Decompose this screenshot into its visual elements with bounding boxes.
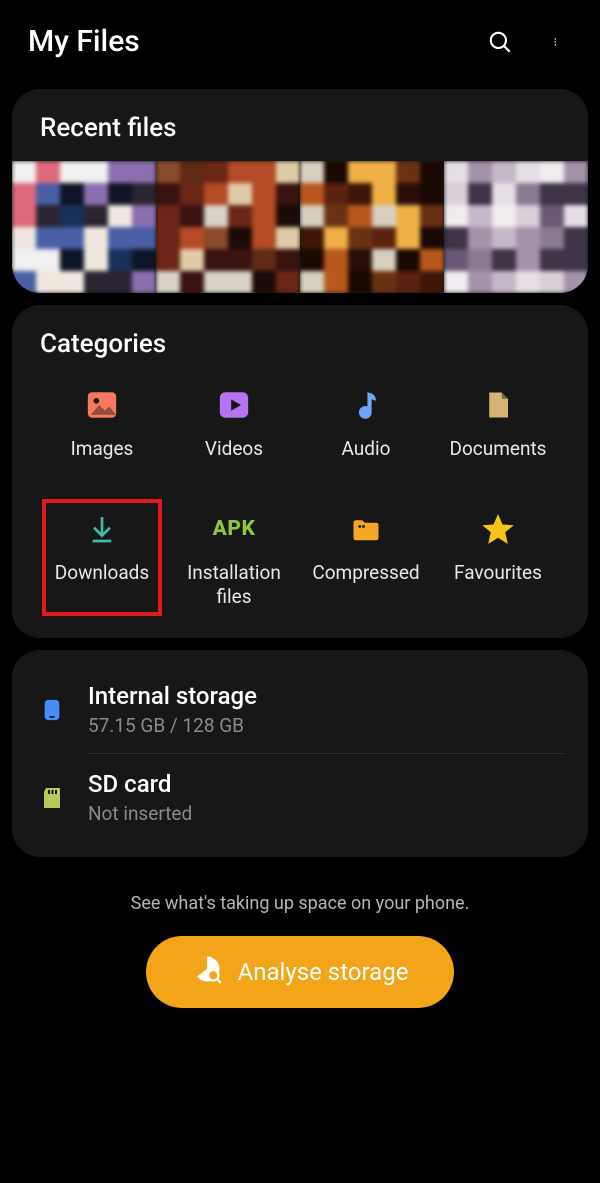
category-label: Videos bbox=[205, 437, 263, 461]
storage-name: SD card bbox=[88, 770, 564, 798]
category-documents[interactable]: Documents bbox=[432, 381, 564, 467]
phone-icon bbox=[36, 693, 68, 727]
sd-card-icon bbox=[36, 783, 68, 813]
apk-icon: APK bbox=[216, 511, 252, 547]
category-compressed[interactable]: Compressed bbox=[300, 505, 432, 615]
recent-thumbnail[interactable] bbox=[12, 161, 156, 293]
categories-card: Categories Images Videos Audio Documents bbox=[12, 305, 588, 638]
internal-storage-row[interactable]: Internal storage 57.15 GB / 128 GB bbox=[36, 666, 564, 753]
recent-files-card: Recent files bbox=[12, 89, 588, 293]
header: My Files bbox=[0, 0, 600, 77]
analyse-label: Analyse storage bbox=[238, 958, 409, 986]
category-videos[interactable]: Videos bbox=[168, 381, 300, 467]
category-audio[interactable]: Audio bbox=[300, 381, 432, 467]
storage-sub: 57.15 GB / 128 GB bbox=[88, 714, 564, 737]
image-icon bbox=[84, 387, 120, 423]
category-label: Images bbox=[71, 437, 134, 461]
compressed-icon bbox=[348, 511, 384, 547]
category-label: Audio bbox=[342, 437, 391, 461]
categories-title: Categories bbox=[36, 329, 564, 381]
more-icon[interactable] bbox=[544, 28, 572, 56]
category-label: Compressed bbox=[312, 561, 419, 585]
audio-icon bbox=[348, 387, 384, 423]
video-icon bbox=[216, 387, 252, 423]
category-images[interactable]: Images bbox=[36, 381, 168, 467]
storage-card: Internal storage 57.15 GB / 128 GB SD ca… bbox=[12, 650, 588, 857]
document-icon bbox=[480, 387, 516, 423]
category-label: Documents bbox=[450, 437, 547, 461]
sd-card-text: SD card Not inserted bbox=[88, 770, 564, 825]
category-favourites[interactable]: Favourites bbox=[432, 505, 564, 615]
recent-thumbnail[interactable] bbox=[444, 161, 588, 293]
footer-hint: See what's taking up space on your phone… bbox=[0, 893, 600, 914]
recent-thumbnail[interactable] bbox=[156, 161, 300, 293]
footer: See what's taking up space on your phone… bbox=[0, 869, 600, 1016]
pie-chart-icon bbox=[192, 954, 222, 990]
category-label: Installation files bbox=[168, 561, 300, 609]
header-actions bbox=[486, 28, 572, 56]
category-label: Favourites bbox=[454, 561, 542, 585]
storage-sub: Not inserted bbox=[88, 802, 564, 825]
category-label: Downloads bbox=[55, 561, 149, 585]
category-downloads[interactable]: Downloads bbox=[36, 505, 168, 615]
star-icon bbox=[480, 511, 516, 547]
categories-grid: Images Videos Audio Documents Dow bbox=[36, 381, 564, 614]
search-icon[interactable] bbox=[486, 28, 514, 56]
recent-thumbnail[interactable] bbox=[300, 161, 444, 293]
recent-files-title: Recent files bbox=[36, 113, 564, 143]
recent-files-row[interactable] bbox=[12, 161, 588, 293]
category-installation-files[interactable]: APK Installation files bbox=[168, 505, 300, 615]
storage-name: Internal storage bbox=[88, 682, 564, 710]
sd-card-row[interactable]: SD card Not inserted bbox=[36, 754, 564, 841]
analyse-storage-button[interactable]: Analyse storage bbox=[146, 936, 455, 1008]
internal-storage-text: Internal storage 57.15 GB / 128 GB bbox=[88, 682, 564, 737]
app-title: My Files bbox=[28, 24, 486, 59]
download-icon bbox=[84, 511, 120, 547]
